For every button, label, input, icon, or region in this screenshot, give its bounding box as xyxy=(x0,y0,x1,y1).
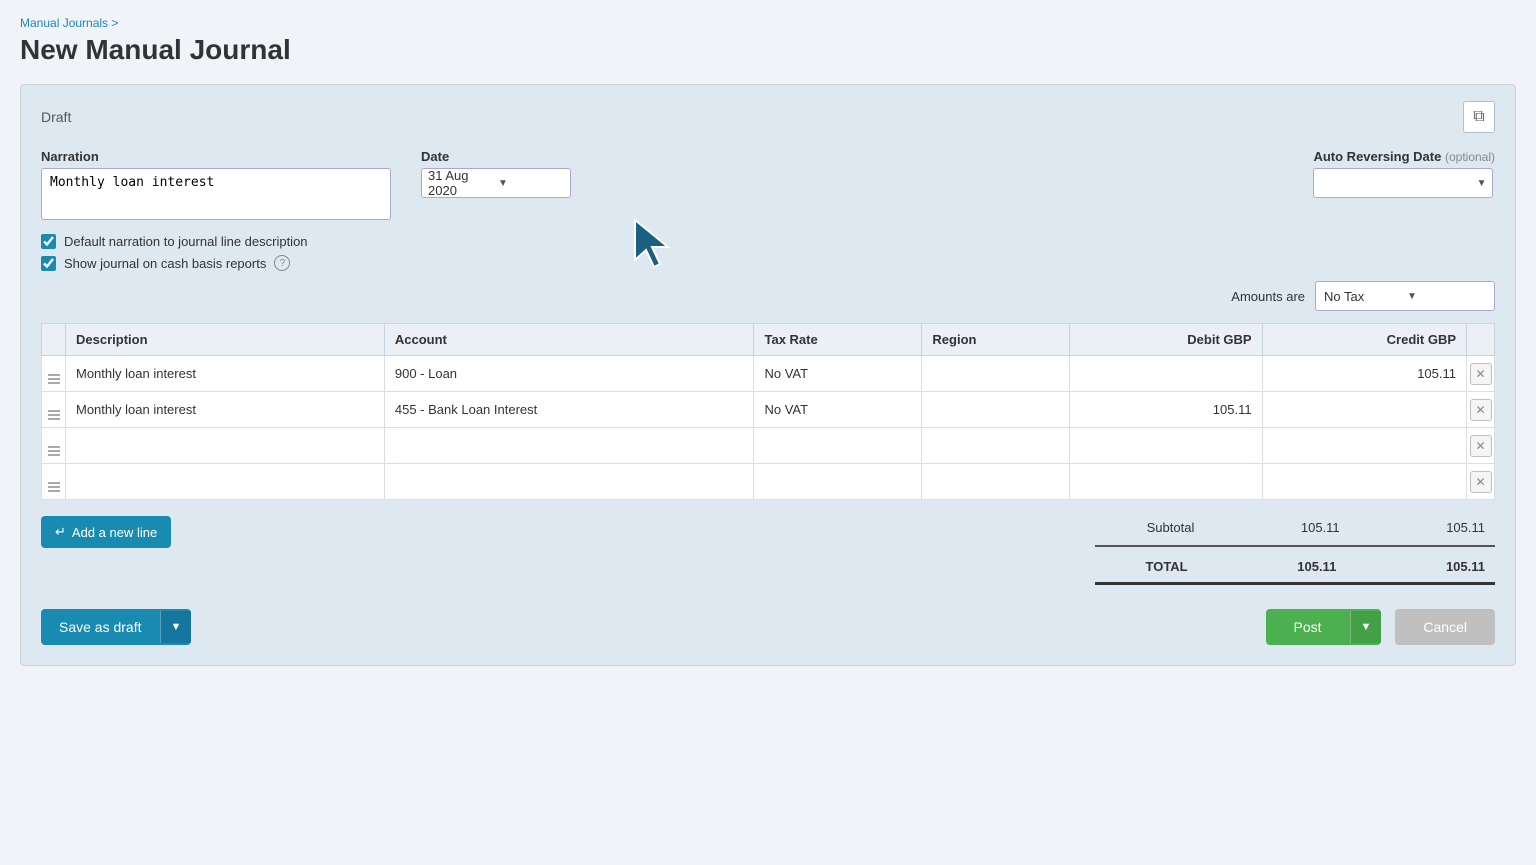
draft-status: Draft xyxy=(41,109,71,125)
col-drag xyxy=(42,324,66,356)
row-debit[interactable] xyxy=(1069,464,1262,500)
row-delete-cell: ✕ xyxy=(1467,356,1495,392)
delete-row-button[interactable]: ✕ xyxy=(1470,363,1492,385)
row-delete-cell: ✕ xyxy=(1467,464,1495,500)
delete-row-button[interactable]: ✕ xyxy=(1470,399,1492,421)
row-debit[interactable] xyxy=(1069,356,1262,392)
narration-label: Narration xyxy=(41,149,391,164)
save-draft-dropdown-arrow[interactable]: ▼ xyxy=(160,611,192,643)
row-description[interactable] xyxy=(66,464,385,500)
add-line-button[interactable]: ↵ Add a new line xyxy=(41,516,171,548)
row-credit[interactable] xyxy=(1262,464,1466,500)
delete-row-button[interactable]: ✕ xyxy=(1470,435,1492,457)
post-dropdown-arrow[interactable]: ▼ xyxy=(1350,611,1382,643)
subtotal-row: Subtotal 105.11 105.11 xyxy=(1095,516,1495,539)
date-label: Date xyxy=(421,149,571,164)
row-description[interactable]: Monthly loan interest xyxy=(66,392,385,428)
row-region[interactable] xyxy=(922,392,1069,428)
row-credit[interactable]: 105.11 xyxy=(1262,356,1466,392)
row-account[interactable] xyxy=(384,464,754,500)
amounts-are-label: Amounts are xyxy=(1231,289,1305,304)
row-tax-rate[interactable]: No VAT xyxy=(754,356,922,392)
action-bar: Save as draft ▼ Post ▼ Cancel xyxy=(41,609,1495,645)
help-icon[interactable]: ? xyxy=(274,255,290,271)
row-description[interactable]: Monthly loan interest xyxy=(66,356,385,392)
amounts-select[interactable]: No Tax ▼ xyxy=(1315,281,1495,311)
auto-reversing-input[interactable]: ▼ xyxy=(1313,168,1493,198)
default-narration-label: Default narration to journal line descri… xyxy=(64,234,308,249)
journal-table: Description Account Tax Rate Region Debi… xyxy=(41,323,1495,500)
subtotal-debit: 105.11 xyxy=(1204,516,1349,539)
table-row[interactable]: Monthly loan interest455 - Bank Loan Int… xyxy=(42,392,1495,428)
page-title: New Manual Journal xyxy=(20,34,1516,66)
table-row[interactable]: Monthly loan interest900 - LoanNo VAT 105… xyxy=(42,356,1495,392)
col-credit: Credit GBP xyxy=(1262,324,1466,356)
add-line-label: Add a new line xyxy=(72,525,157,540)
col-region: Region xyxy=(922,324,1069,356)
row-tax-rate[interactable]: No VAT xyxy=(754,392,922,428)
save-draft-label: Save as draft xyxy=(41,609,160,645)
row-delete-cell: ✕ xyxy=(1467,428,1495,464)
row-credit[interactable] xyxy=(1262,428,1466,464)
auto-reversing-dropdown-arrow: ▼ xyxy=(1477,178,1487,189)
col-account: Account xyxy=(384,324,754,356)
row-debit[interactable] xyxy=(1069,428,1262,464)
default-narration-checkbox[interactable] xyxy=(41,234,56,249)
col-debit: Debit GBP xyxy=(1069,324,1262,356)
add-line-icon: ↵ xyxy=(55,524,66,540)
subtotal-credit: 105.11 xyxy=(1350,516,1495,539)
cash-basis-label: Show journal on cash basis reports xyxy=(64,256,266,271)
breadcrumb[interactable]: Manual Journals > xyxy=(20,16,1516,30)
col-delete xyxy=(1467,324,1495,356)
drag-handle[interactable] xyxy=(42,392,66,428)
row-account[interactable]: 900 - Loan xyxy=(384,356,754,392)
subtotal-label: Subtotal xyxy=(1095,516,1204,539)
row-region[interactable] xyxy=(922,464,1069,500)
cash-basis-checkbox[interactable] xyxy=(41,256,56,271)
table-row[interactable]: ✕ xyxy=(42,464,1495,500)
row-region[interactable] xyxy=(922,428,1069,464)
row-tax-rate[interactable] xyxy=(754,464,922,500)
total-debit: 105.11 xyxy=(1198,553,1347,580)
post-label: Post xyxy=(1266,609,1350,645)
copy-button[interactable]: ⧉ xyxy=(1463,101,1495,133)
row-description[interactable] xyxy=(66,428,385,464)
drag-handle[interactable] xyxy=(42,428,66,464)
delete-row-button[interactable]: ✕ xyxy=(1470,471,1492,493)
date-picker[interactable]: 31 Aug 2020 ▼ xyxy=(421,168,571,198)
auto-reversing-label: Auto Reversing Date (optional) xyxy=(1313,149,1495,164)
row-account[interactable]: 455 - Bank Loan Interest xyxy=(384,392,754,428)
post-button[interactable]: Post ▼ xyxy=(1266,609,1382,645)
row-debit[interactable]: 105.11 xyxy=(1069,392,1262,428)
totals-section: Subtotal 105.11 105.11 TOTAL 105.11 xyxy=(1095,516,1495,585)
total-credit: 105.11 xyxy=(1346,553,1495,580)
col-description: Description xyxy=(66,324,385,356)
drag-handle[interactable] xyxy=(42,356,66,392)
row-tax-rate[interactable] xyxy=(754,428,922,464)
row-region[interactable] xyxy=(922,356,1069,392)
total-row: TOTAL 105.11 105.11 xyxy=(1095,553,1495,580)
date-dropdown-arrow: ▼ xyxy=(498,178,564,189)
narration-input[interactable]: Monthly loan interest xyxy=(41,168,391,220)
drag-handle[interactable] xyxy=(42,464,66,500)
row-delete-cell: ✕ xyxy=(1467,392,1495,428)
table-row[interactable]: ✕ xyxy=(42,428,1495,464)
total-label: TOTAL xyxy=(1095,553,1198,580)
row-account[interactable] xyxy=(384,428,754,464)
col-tax-rate: Tax Rate xyxy=(754,324,922,356)
right-actions: Post ▼ Cancel xyxy=(1266,609,1496,645)
row-credit[interactable] xyxy=(1262,392,1466,428)
cancel-button[interactable]: Cancel xyxy=(1395,609,1495,645)
save-draft-button[interactable]: Save as draft ▼ xyxy=(41,609,191,645)
amounts-dropdown-arrow: ▼ xyxy=(1407,291,1486,302)
